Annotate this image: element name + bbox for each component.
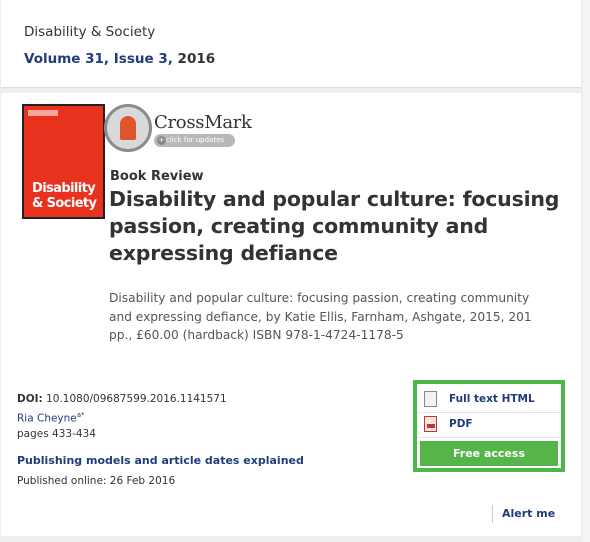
issue-year: 2016 — [177, 51, 216, 67]
page-range: pages 433-434 — [17, 428, 96, 440]
article-title: Disability and popular culture: focusing… — [109, 187, 560, 265]
author-link[interactable]: Ria Cheynea* — [17, 411, 85, 425]
cover-title: Disability & Society — [32, 181, 97, 211]
access-options-box: Full text HTML PDF Free access — [413, 380, 565, 472]
issue-link[interactable]: Volume 31, Issue 3, 2016 — [24, 51, 215, 67]
free-access-button[interactable]: Free access — [420, 441, 558, 466]
alert-me-link[interactable]: Alert me — [502, 507, 555, 520]
published-online-date: Published online: 26 Feb 2016 — [17, 475, 176, 487]
pdf-link[interactable]: PDF — [417, 414, 561, 438]
journal-header-panel — [1, 0, 581, 88]
scrollbar-track[interactable] — [583, 0, 590, 542]
cover-masthead — [28, 110, 58, 116]
author-affiliation-marker: a* — [76, 411, 85, 419]
crossmark-updates-pill: + click for updates — [154, 134, 235, 147]
plus-icon: + — [157, 136, 166, 145]
divider — [492, 505, 493, 523]
full-text-html-link[interactable]: Full text HTML — [417, 389, 561, 413]
volume-issue[interactable]: Volume 31, Issue 3, — [24, 51, 173, 67]
document-icon — [424, 391, 437, 407]
book-citation: Disability and popular culture: focusing… — [109, 291, 532, 342]
crossmark-icon — [104, 104, 152, 152]
publishing-models-link[interactable]: Publishing models and article dates expl… — [17, 454, 304, 467]
crossmark-badge[interactable]: CrossMark + click for updates — [104, 104, 252, 154]
crossmark-label: CrossMark — [154, 112, 252, 133]
journal-name[interactable]: Disability & Society — [24, 24, 155, 40]
doi: DOI: 10.1080/09687599.2016.1141571 — [17, 393, 227, 405]
journal-cover-image[interactable]: Disability & Society — [22, 104, 105, 219]
article-type: Book Review — [110, 169, 204, 184]
pdf-icon — [424, 416, 437, 432]
